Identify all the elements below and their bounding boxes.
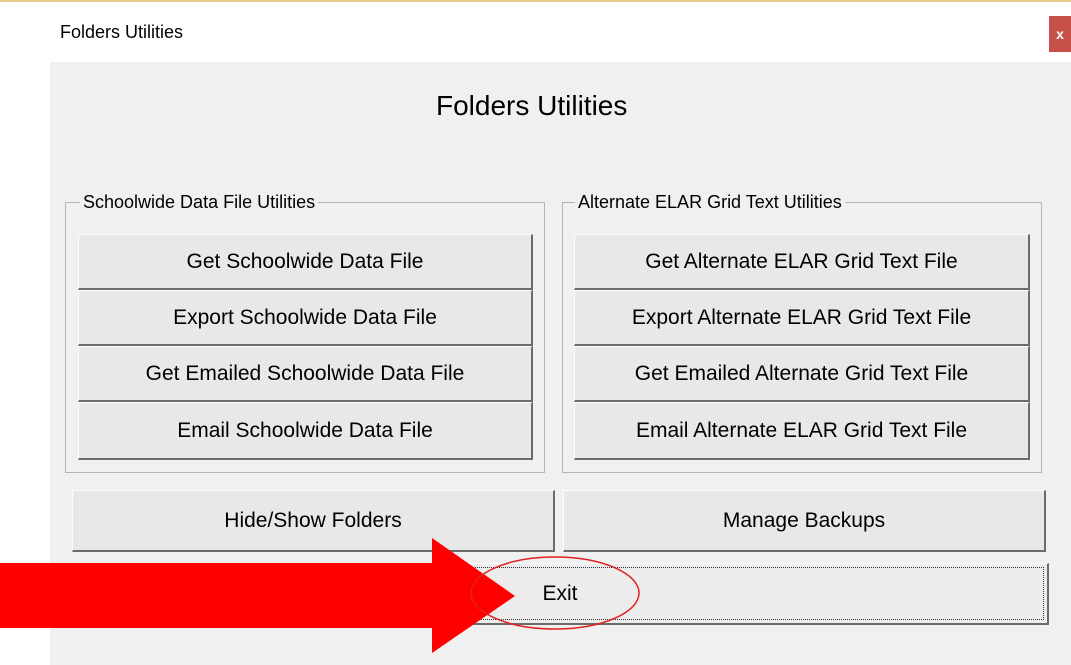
red-arrow-icon <box>0 538 515 653</box>
annotation-overlay <box>0 538 640 653</box>
